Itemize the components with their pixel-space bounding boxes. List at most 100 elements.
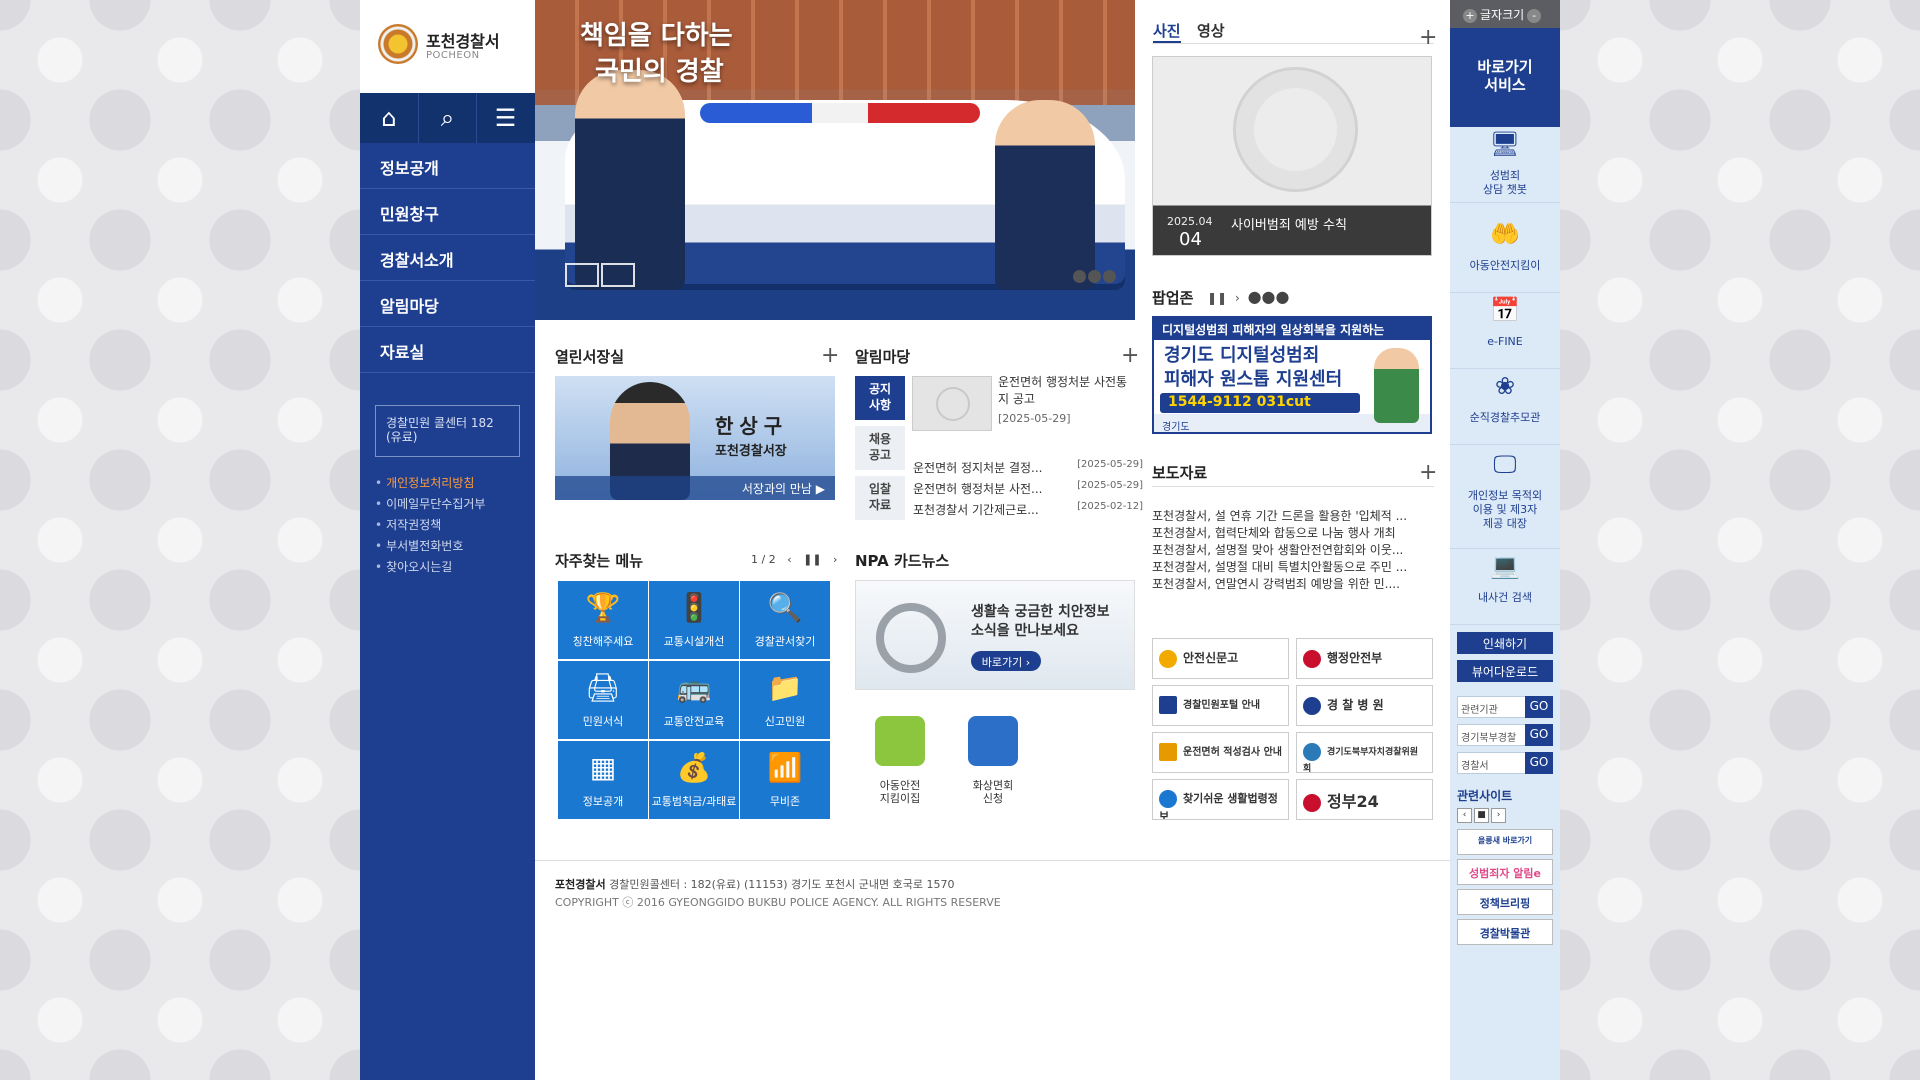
chief-banner[interactable]: 한상구 포천경찰서장 서장과의 만남 ▶: [555, 376, 835, 500]
hero-slide-dot[interactable]: [1103, 270, 1116, 283]
tab-photo[interactable]: 사진: [1153, 20, 1181, 43]
popup-banner[interactable]: 디지털성범죄 피해자의 일상회복을 지원하는 경기도 디지털성범죄 피해자 원스…: [1152, 316, 1432, 434]
list-item[interactable]: 포천경찰서, 협력단체와 합동으로 나눔 행사 개최: [1152, 524, 1434, 541]
next-icon[interactable]: ›: [1491, 808, 1506, 823]
next-icon[interactable]: ›: [833, 553, 837, 566]
home-button[interactable]: ⌂: [360, 93, 418, 143]
notice-feature-title[interactable]: 운전면허 행정처분 사전통지 공고: [998, 374, 1138, 408]
chief-more-plus-icon[interactable]: +: [821, 345, 839, 367]
child-safety-app-label[interactable]: 아동안전 지킴이집: [860, 779, 940, 805]
related-site-banner[interactable]: 을릉새 바로가기: [1457, 829, 1553, 855]
video-visit-app-label[interactable]: 화상면회 신청: [953, 779, 1033, 805]
go-button[interactable]: GO: [1525, 752, 1553, 774]
banner-autonomous-police[interactable]: 경기도북부자치경찰위원회: [1296, 732, 1433, 773]
shortcut-child-safety[interactable]: 🤲 아동안전지킴이: [1450, 217, 1560, 293]
pause-icon[interactable]: ❚❚: [803, 553, 821, 566]
list-item[interactable]: 포천경찰서, 설명절 맞아 생활안전연합회와 이웃...: [1152, 541, 1434, 558]
nav-item-info-disclosure[interactable]: 정보공개: [360, 143, 535, 189]
hero-thumbnail[interactable]: [601, 263, 635, 287]
footer-link-copyright[interactable]: 저작권정책: [375, 516, 441, 533]
press-more-plus-icon[interactable]: +: [1419, 462, 1437, 484]
banner-ministry-interior[interactable]: 행정안전부: [1296, 638, 1433, 679]
home-icon: ⌂: [381, 104, 397, 132]
tab-notices[interactable]: 공지 사항: [855, 376, 905, 420]
npa-go-button[interactable]: 바로가기 ›: [971, 651, 1041, 671]
video-visit-app-icon[interactable]: [968, 716, 1018, 766]
go-button[interactable]: GO: [1525, 724, 1553, 746]
footer-link-privacy[interactable]: 개인정보처리방침: [375, 474, 474, 491]
chief-meet-link[interactable]: 서장과의 만남 ▶: [555, 476, 835, 500]
shortcut-memorial[interactable]: ❀ 순직경찰추모관: [1450, 369, 1560, 445]
footer-link-directions[interactable]: 찾아오시는길: [375, 558, 452, 575]
banner-law-info[interactable]: 찾기쉬운 생활법령정보: [1152, 779, 1289, 820]
quick-item-movie-zone[interactable]: 📶 무비존: [740, 741, 830, 819]
npa-text-line2: 소식을 만나보세요: [971, 623, 1079, 639]
tab-video[interactable]: 영상: [1197, 20, 1225, 41]
tab-bidding[interactable]: 입찰 자료: [855, 476, 905, 520]
list-item[interactable]: 운전면허 행정처분 사전... [2025-05-29]: [913, 480, 1143, 497]
related-site-banner[interactable]: 성범죄자 알림e: [1457, 859, 1553, 885]
npa-card-news-banner[interactable]: 생활속 궁금한 치안정보 소식을 만나보세요 바로가기 ›: [855, 580, 1135, 690]
related-site-banner[interactable]: 경찰박물관: [1457, 919, 1553, 945]
photo-card[interactable]: 2025.04 04 사이버범죄 예방 수칙: [1152, 56, 1432, 256]
quick-item-traffic-facility[interactable]: 🚦 교통시설개선: [649, 581, 739, 659]
hero-thumbnail[interactable]: [565, 263, 599, 287]
banner-safety-report[interactable]: 안전신문고: [1152, 638, 1289, 679]
footer-link-phone-numbers[interactable]: 부서별전화번호: [375, 537, 463, 554]
quick-item-report[interactable]: 📁 신고민원: [740, 661, 830, 739]
hero-slide-dot[interactable]: [1073, 270, 1086, 283]
prev-icon[interactable]: ‹: [1457, 808, 1472, 823]
quick-item-traffic-education[interactable]: 🚌 교통안전교육: [649, 661, 739, 739]
go-button[interactable]: GO: [1525, 696, 1553, 718]
prev-icon[interactable]: ‹: [787, 553, 791, 566]
left-navigation: 포천경찰서 POCHEON ⌂ ⌕ ☰ 정보공개 민원창구 경찰서소개 알림마당…: [360, 0, 535, 1080]
photo-caption: 사이버범죄 예방 수칙: [1231, 218, 1347, 233]
font-decrease-button[interactable]: -: [1527, 9, 1542, 23]
stop-icon[interactable]: ■: [1474, 808, 1489, 823]
shortcut-case-search[interactable]: 💻 내사건 검색: [1450, 549, 1560, 625]
quick-item-info-disclosure[interactable]: ▦ 정보공개: [558, 741, 648, 819]
print-button[interactable]: 인쇄하기: [1457, 632, 1553, 654]
viewer-download-button[interactable]: 뷰어다운로드: [1457, 660, 1553, 682]
nav-item-civil-service[interactable]: 민원창구: [360, 189, 535, 235]
shortcut-privacy-ledger[interactable]: 🖵 개인정보 목적외 이용 및 제3자 제공 대장: [1450, 447, 1560, 549]
shortcut-efine[interactable]: 📅 e-FINE: [1450, 293, 1560, 369]
quick-menu-title: 자주찾는 메뉴: [555, 552, 644, 570]
next-icon[interactable]: ›: [1235, 291, 1240, 305]
list-item[interactable]: 포천경찰서, 설명절 대비 특별치안활동으로 주민 ...: [1152, 558, 1434, 575]
wifi-icon: 📶: [767, 751, 803, 784]
banner-civil-portal[interactable]: 경찰민원포털 안내: [1152, 685, 1289, 726]
quick-item-find-station[interactable]: 🔍 경찰관서찾기: [740, 581, 830, 659]
nav-item-notices[interactable]: 알림마당: [360, 281, 535, 327]
list-item[interactable]: 포천경찰서 기간제근로... [2025-02-12]: [913, 501, 1143, 518]
logo-area[interactable]: 포천경찰서 POCHEON: [360, 0, 535, 93]
tab-recruitment[interactable]: 채용 공고: [855, 426, 905, 470]
media-more-plus-icon[interactable]: +: [1419, 27, 1437, 49]
list-item[interactable]: 포천경찰서, 연말연시 강력범죄 예방을 위한 민....: [1152, 575, 1434, 592]
hero-banner[interactable]: 책임을 다하는 국민의 경찰: [535, 0, 1135, 320]
quick-item-fines[interactable]: 💰 교통범칙금/과태료: [649, 741, 739, 819]
related-site-banner[interactable]: 정책브리핑: [1457, 889, 1553, 915]
notice-more-plus-icon[interactable]: +: [1121, 345, 1139, 367]
notice-thumbnail[interactable]: [912, 376, 992, 431]
quick-item-forms[interactable]: 🖨 민원서식: [558, 661, 648, 739]
child-safety-app-icon[interactable]: [875, 716, 925, 766]
shortcut-chatbot[interactable]: 🖥 성범죄 상담 챗봇: [1450, 127, 1560, 203]
popup-dots[interactable]: ●●●: [1248, 287, 1290, 306]
footer-link-email-policy[interactable]: 이메일무단수집거부: [375, 495, 485, 512]
banner-police-hospital[interactable]: 경 찰 병 원: [1296, 685, 1433, 726]
pause-icon[interactable]: ❚❚: [1207, 291, 1227, 305]
banner-gov24[interactable]: 정부24: [1296, 779, 1433, 820]
nav-item-archive[interactable]: 자료실: [360, 327, 535, 373]
nav-item-about-station[interactable]: 경찰서소개: [360, 235, 535, 281]
banner-license-test[interactable]: 운전면허 적성검사 안내: [1152, 732, 1289, 773]
notice-row-title: 운전면허 정지처분 결정...: [913, 461, 1043, 475]
quick-item-praise[interactable]: 🏆 칭찬해주세요: [558, 581, 648, 659]
list-item[interactable]: 포천경찰서, 설 연휴 기간 드론을 활용한 '입체적 ...: [1152, 507, 1434, 524]
search-button[interactable]: ⌕: [418, 93, 476, 143]
chief-role: 포천경찰서장: [715, 444, 787, 459]
font-increase-button[interactable]: +: [1463, 9, 1477, 23]
list-item[interactable]: 운전면허 정지처분 결정... [2025-05-29]: [913, 459, 1143, 476]
hero-slide-dot[interactable]: [1088, 270, 1101, 283]
menu-button[interactable]: ☰: [476, 93, 534, 143]
